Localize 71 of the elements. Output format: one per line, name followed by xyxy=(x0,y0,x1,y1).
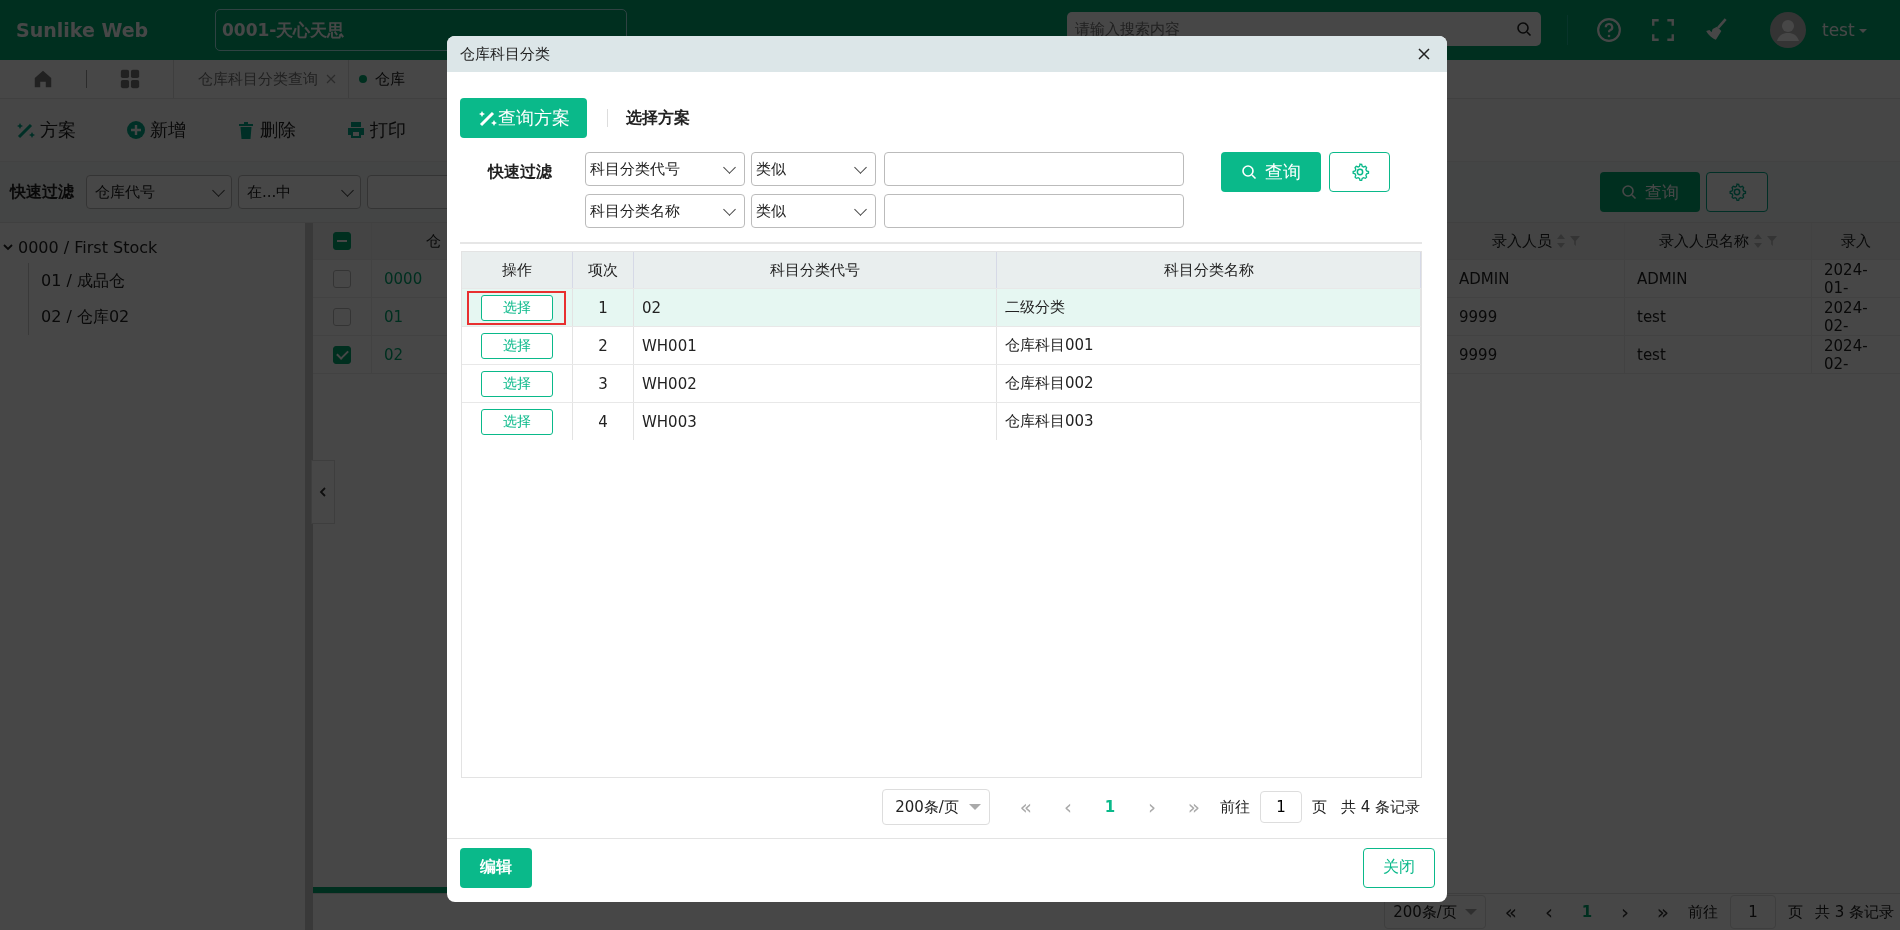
select-button[interactable]: 选择 xyxy=(481,332,553,359)
table-cell: 9999 xyxy=(1459,345,1498,364)
column-header: 仓 xyxy=(426,231,441,251)
operator-select[interactable]: 类似 xyxy=(751,194,876,228)
table-cell-text: 2024-02- xyxy=(1824,298,1869,335)
table-cell: 2 xyxy=(598,336,608,355)
column-header: 录入 xyxy=(1841,231,1871,251)
table-cell: WH001 xyxy=(642,336,697,355)
user-menu[interactable]: test xyxy=(1822,20,1855,40)
next-page-button[interactable]: › xyxy=(1135,795,1168,819)
table-cell: 1 xyxy=(598,298,608,317)
table-cell-text: 2024-02- xyxy=(1824,336,1869,373)
code-link[interactable]: 01 xyxy=(384,307,404,326)
column-header: 录入人员 xyxy=(1491,231,1552,251)
select-button[interactable]: 选择 xyxy=(481,294,553,321)
page-unit: 页 xyxy=(1787,902,1803,922)
table-row[interactable]: 选择 2 WH001 仓库科目001 xyxy=(462,326,1421,364)
settings-button[interactable] xyxy=(1329,152,1390,192)
column-header: 操作 xyxy=(502,260,532,280)
table-cell: 02 xyxy=(642,298,662,317)
search-icon xyxy=(1241,164,1257,180)
field-select[interactable]: 科目分类代号 xyxy=(585,152,745,186)
column-header: 录入人员名称 xyxy=(1659,231,1749,251)
column-header: 科目分类代号 xyxy=(770,260,860,280)
page-unit: 页 xyxy=(1311,797,1327,817)
code-link[interactable]: 02 xyxy=(384,345,404,364)
total-count: 共 3 条记录 xyxy=(1814,902,1894,922)
edit-button[interactable]: 编辑 xyxy=(460,847,532,888)
app-logo: Sunlike Web xyxy=(16,19,150,41)
close-button[interactable]: 关闭 xyxy=(1363,847,1435,888)
table-row[interactable]: 选择 4 WH003 仓库科目003 xyxy=(462,402,1421,440)
table-cell: WH002 xyxy=(642,374,697,393)
last-page-button[interactable]: » xyxy=(1177,795,1210,819)
table-cell: 仓库科目003 xyxy=(1005,412,1094,431)
table-cell: 3 xyxy=(598,374,608,393)
total-count: 共 4 条记录 xyxy=(1340,797,1420,817)
page-size-select[interactable]: 200条/页 xyxy=(882,789,990,825)
table-cell: test xyxy=(1637,345,1666,364)
code-link[interactable]: 0000 xyxy=(384,269,423,288)
goto-label: 前往 xyxy=(1687,902,1718,922)
table-cell: WH003 xyxy=(642,412,697,431)
table-cell: ADMIN xyxy=(1637,269,1688,288)
field-select[interactable]: 科目分类名称 xyxy=(585,194,745,228)
table-cell: ADMIN xyxy=(1459,269,1510,288)
previous-page-button[interactable]: ‹ xyxy=(1051,795,1084,819)
close-icon[interactable] xyxy=(1417,47,1431,61)
operator-select[interactable]: 类似 xyxy=(751,152,876,186)
page-number[interactable]: 1 xyxy=(1093,798,1126,816)
value-field[interactable] xyxy=(884,194,1184,228)
select-button[interactable]: 选择 xyxy=(481,370,553,397)
choose-scheme-link[interactable]: 选择方案 xyxy=(626,107,690,129)
table-cell: 9999 xyxy=(1459,307,1498,326)
table-cell: 仓库科目002 xyxy=(1005,374,1094,393)
filter-label: 快速过滤 xyxy=(10,181,74,203)
value-field[interactable] xyxy=(884,152,1184,186)
column-header: 科目分类名称 xyxy=(1163,260,1254,280)
table-row[interactable]: 选择 3 WH002 仓库科目002 xyxy=(462,364,1421,402)
table-row[interactable]: 选择 1 02 二级分类 xyxy=(462,288,1421,326)
table-cell-text: 2024-01- xyxy=(1824,260,1869,297)
filter-label: 快速过滤 xyxy=(486,162,553,183)
query-button[interactable]: 查询 xyxy=(1221,152,1321,192)
table-cell: 二级分类 xyxy=(1005,298,1065,317)
select-button[interactable]: 选择 xyxy=(481,408,553,435)
page-input[interactable]: 1 xyxy=(1259,791,1302,823)
table-cell: 仓库科目001 xyxy=(1005,336,1094,355)
table-cell: test xyxy=(1637,307,1666,326)
query-scheme-button[interactable]: 查询方案 xyxy=(460,98,587,138)
goto-label: 前往 xyxy=(1219,797,1250,817)
table-cell: 4 xyxy=(598,412,608,431)
first-page-button[interactable]: « xyxy=(1009,795,1042,819)
column-header: 项次 xyxy=(588,260,618,280)
